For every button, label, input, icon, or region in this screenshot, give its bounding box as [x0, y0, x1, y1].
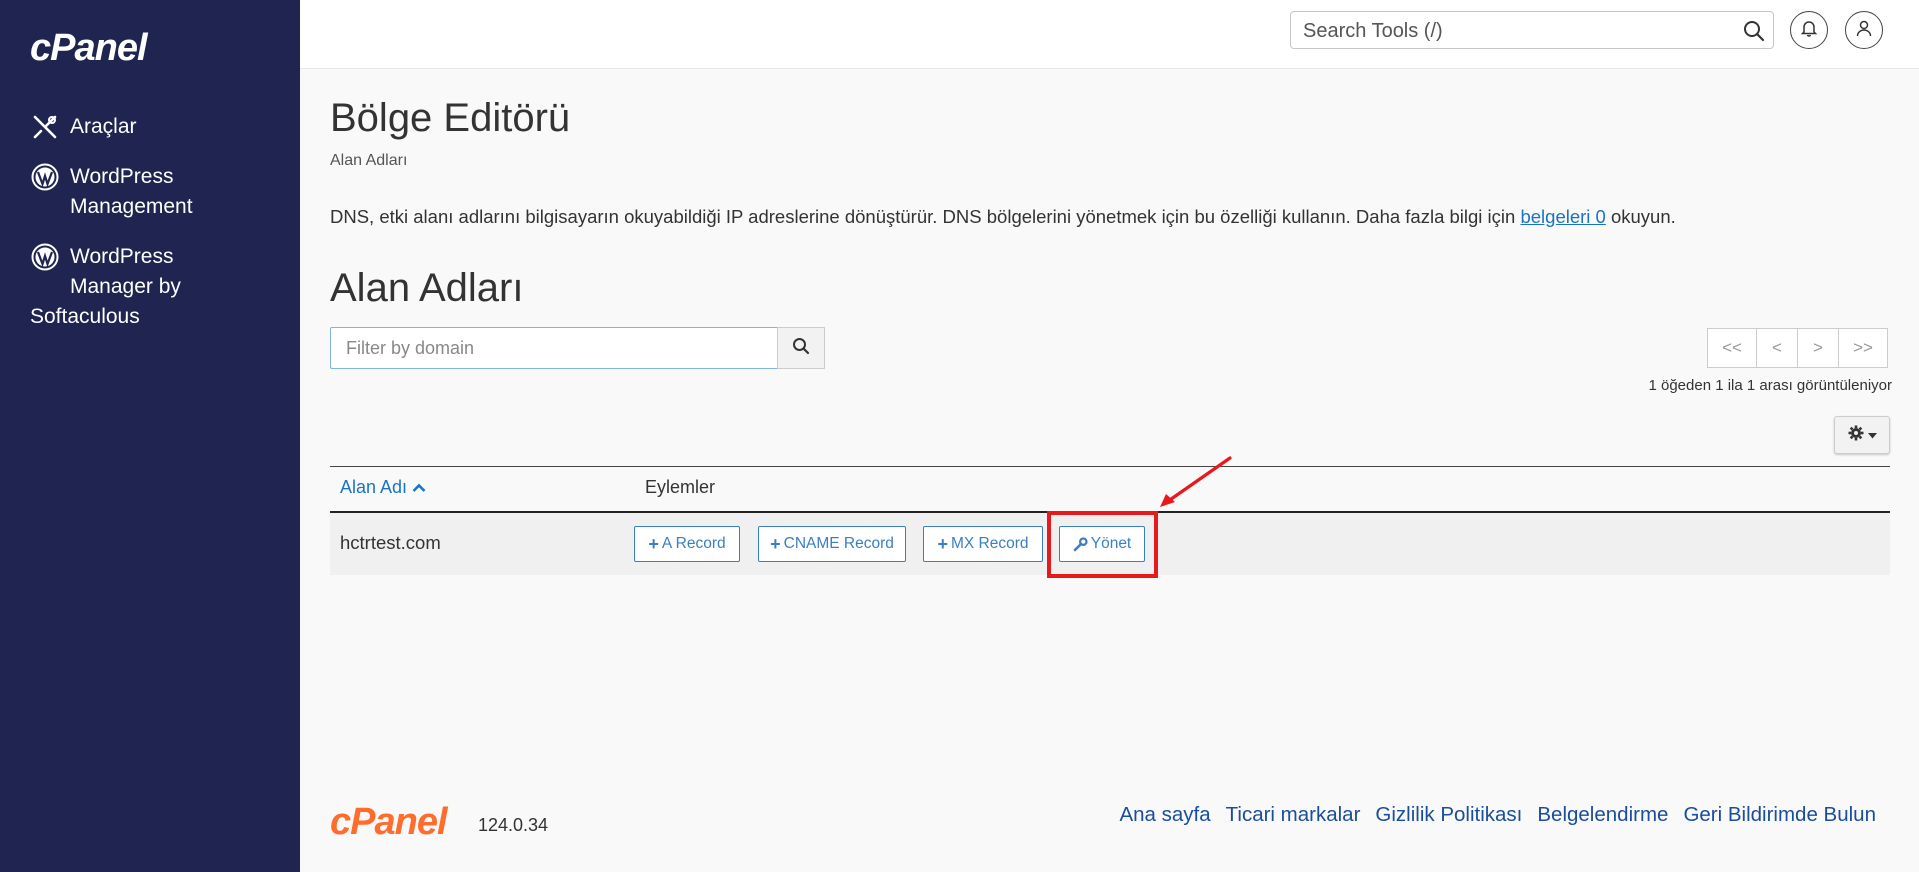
add-mx-record-button[interactable]: + MX Record: [923, 526, 1043, 562]
plus-icon: +: [937, 533, 948, 554]
settings-dropdown-button[interactable]: [1834, 416, 1890, 454]
column-header-actions: Eylemler: [645, 477, 716, 497]
highlight-box: [1047, 511, 1158, 578]
sidebar-item-wordpress-management[interactable]: WordPress Management: [30, 162, 193, 222]
sidebar-item-tools[interactable]: Araçlar: [30, 112, 137, 142]
filter-domain-input[interactable]: [330, 327, 777, 369]
bell-icon: [1800, 19, 1818, 42]
button-label: CNAME Record: [783, 535, 894, 552]
pager-prev-button[interactable]: <: [1756, 328, 1798, 368]
user-menu-button[interactable]: [1845, 11, 1883, 49]
breadcrumb: Alan Adları: [330, 152, 408, 169]
domain-cell: hctrtest.com: [340, 532, 441, 553]
footer-links: Ana sayfa Ticari markalar Gizlilik Polit…: [1104, 803, 1876, 827]
footer-link-home[interactable]: Ana sayfa: [1119, 803, 1210, 827]
footer-link-documentation[interactable]: Belgelendirme: [1537, 803, 1668, 827]
description-text: okuyun.: [1605, 206, 1676, 227]
gear-icon: [1848, 425, 1864, 446]
plus-icon: +: [770, 533, 781, 554]
top-bar: [300, 0, 1919, 69]
footer-link-trademarks[interactable]: Ticari markalar: [1226, 803, 1361, 827]
page-description: DNS, etki alanı adlarını bilgisayarın ok…: [330, 206, 1676, 228]
sidebar-item-label: Manager by: [70, 275, 181, 298]
sidebar: cPanel Araçlar WordPress Management Word…: [0, 0, 300, 872]
documentation-link[interactable]: belgeleri 0: [1520, 206, 1605, 227]
filter-search-button[interactable]: [777, 327, 825, 369]
footer-link-privacy[interactable]: Gizlilik Politikası: [1375, 803, 1522, 827]
user-icon: [1855, 19, 1873, 42]
wordpress-icon: [30, 242, 60, 272]
footer-link-feedback[interactable]: Geri Bildirimde Bulun: [1683, 803, 1876, 827]
wordpress-icon: [30, 162, 60, 192]
sidebar-item-label: WordPress: [70, 245, 174, 268]
add-a-record-button[interactable]: + A Record: [634, 526, 740, 562]
pagination: << < > >>: [1707, 328, 1888, 368]
search-tools-box[interactable]: [1290, 11, 1774, 50]
sort-ascending-icon: [412, 477, 426, 497]
section-title: Alan Adları: [330, 266, 524, 310]
search-tools-input[interactable]: [1301, 12, 1725, 50]
table-header: Alan Adı Eylemler: [330, 466, 1890, 513]
column-header-label: Alan Adı: [340, 477, 408, 497]
sidebar-item-label: WordPress: [70, 165, 174, 188]
sidebar-item-label: Araçlar: [70, 115, 137, 138]
caret-down-icon: [1867, 426, 1877, 444]
footer-cpanel-logo[interactable]: cPanel: [330, 800, 448, 844]
tools-icon: [30, 112, 60, 142]
page-title: Bölge Editörü: [330, 96, 571, 140]
search-icon[interactable]: [1743, 20, 1765, 42]
cpanel-logo[interactable]: cPanel: [30, 26, 148, 70]
button-label: MX Record: [950, 535, 1029, 552]
button-label: A Record: [661, 535, 726, 552]
notifications-button[interactable]: [1790, 11, 1828, 49]
add-cname-record-button[interactable]: + CNAME Record: [758, 526, 906, 562]
pager-first-button[interactable]: <<: [1707, 328, 1757, 368]
plus-icon: +: [648, 533, 659, 554]
version-label: 124.0.34: [478, 815, 549, 835]
column-header-domain[interactable]: Alan Adı: [340, 477, 426, 498]
pager-next-button[interactable]: >: [1797, 328, 1839, 368]
description-text: DNS, etki alanı adlarını bilgisayarın ok…: [330, 206, 1521, 227]
search-icon: [792, 337, 810, 360]
sidebar-item-label: Management: [70, 195, 193, 218]
sidebar-item-wordpress-softaculous[interactable]: WordPress Manager by: [30, 242, 181, 302]
range-info: 1 öğeden 1 ila 1 arası görüntüleniyor: [1648, 377, 1892, 394]
annotation-arrow-icon: [1160, 456, 1232, 507]
sidebar-item-label[interactable]: Softaculous: [30, 302, 140, 332]
pager-last-button[interactable]: >>: [1838, 328, 1888, 368]
